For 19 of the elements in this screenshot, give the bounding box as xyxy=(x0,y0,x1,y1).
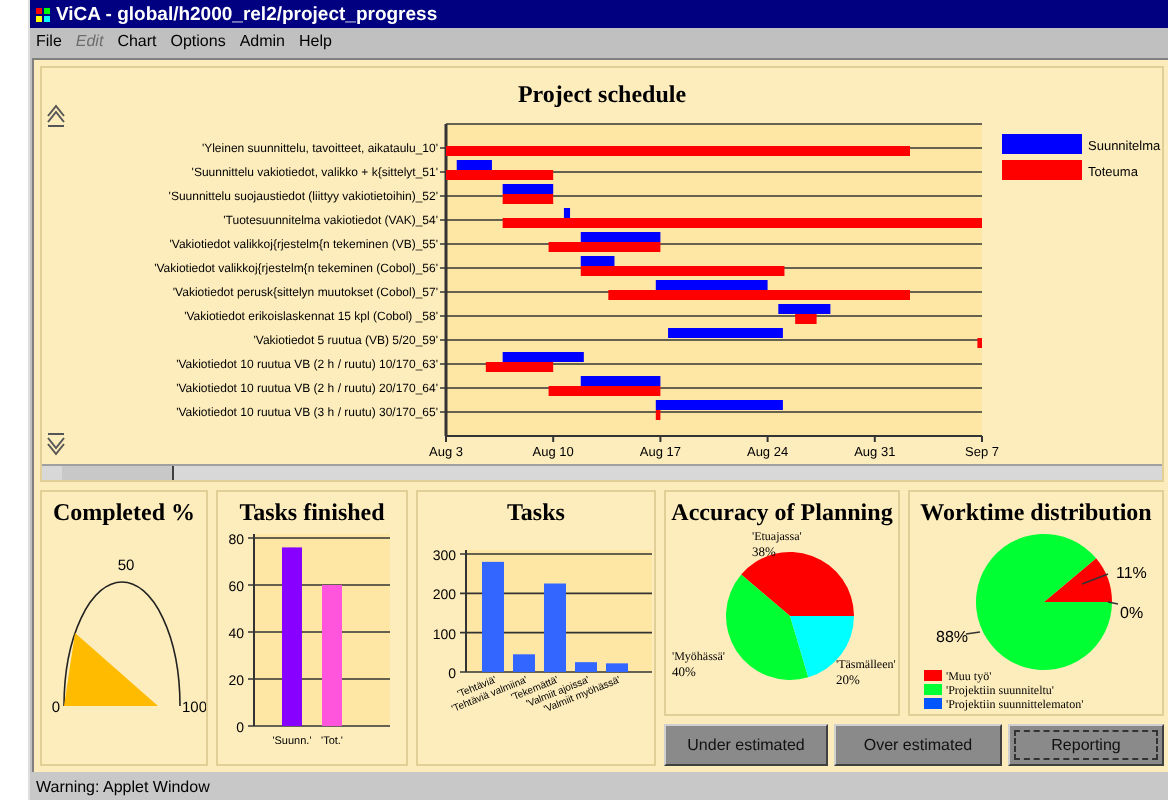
menu-item[interactable]: Chart xyxy=(117,32,157,50)
panel-title: Worktime distribution xyxy=(920,498,1152,528)
chart-title: Project schedule xyxy=(517,80,687,108)
action-button[interactable]: Under estimated xyxy=(664,724,828,766)
slice-value: 11% xyxy=(1116,564,1147,582)
menu-item[interactable]: Admin xyxy=(239,32,286,50)
panel-title: Tasks xyxy=(507,498,565,528)
panel-title: Tasks finished xyxy=(239,498,385,528)
menu-item[interactable]: File xyxy=(36,32,62,50)
menu-item[interactable]: Options xyxy=(170,32,226,50)
panel-title: Accuracy of Planning xyxy=(671,498,893,528)
status-bar: Warning: Applet Window xyxy=(30,772,1168,800)
slice-value: 0% xyxy=(1120,604,1144,622)
window-title: ViCA - global/h2000_rel2/project_progress xyxy=(56,3,438,25)
action-button[interactable]: Over estimated xyxy=(834,724,1002,766)
menu-item[interactable]: Help xyxy=(299,32,332,50)
panel-title: Completed % xyxy=(53,498,195,528)
action-button[interactable]: Reporting xyxy=(1008,724,1164,766)
slice-value: 88% xyxy=(936,628,969,646)
